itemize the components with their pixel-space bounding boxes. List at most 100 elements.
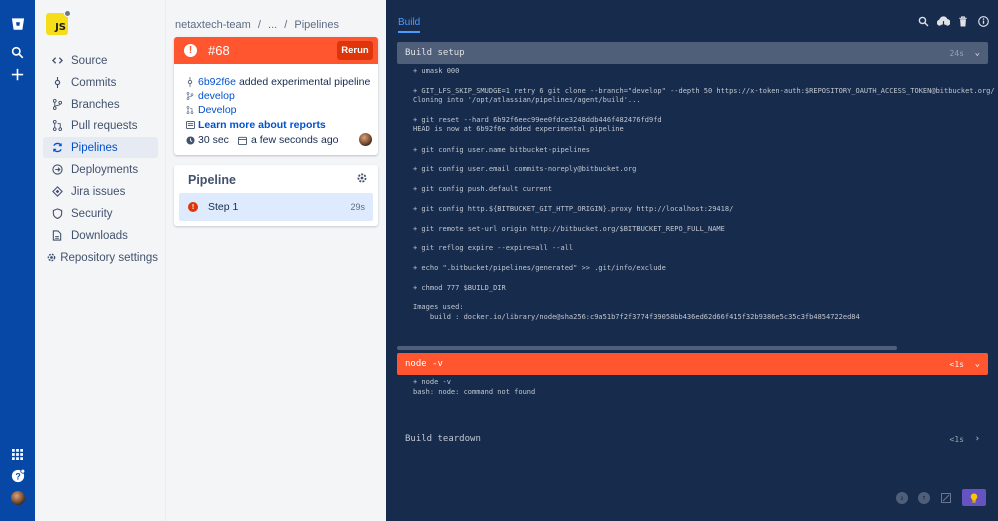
run-time-ago: a few seconds ago [250, 134, 339, 146]
sidebar-item-jira-issues[interactable]: Jira issues [43, 181, 158, 202]
sidebar-item-downloads[interactable]: Downloads [43, 225, 158, 246]
shield-icon [43, 208, 71, 219]
target-row: Develop [185, 104, 237, 116]
sidebar-item-label: Repository settings [60, 251, 158, 264]
log-line: HEAD is now at 6b92f6e added experimenta… [413, 125, 624, 133]
profile-avatar[interactable] [0, 486, 35, 510]
log-footer-controls: ↓ ↑ [896, 489, 986, 506]
log-line: + chmod 777 $BUILD_DIR [413, 284, 506, 292]
breadcrumb-separator: / [257, 19, 261, 31]
calendar-icon [238, 136, 248, 145]
build-setup-title: Build setup [405, 48, 465, 58]
pull-request-icon [185, 105, 195, 115]
pipeline-steps-card: Pipeline ! Step 1 29s [174, 165, 378, 226]
sidebar-item-pipelines[interactable]: Pipelines [43, 137, 158, 158]
branch-icon [185, 91, 195, 101]
global-navigation: ? [0, 0, 35, 521]
repository-avatar-text: JS [55, 22, 66, 33]
rerun-button[interactable]: Rerun [337, 41, 373, 60]
search-icon[interactable] [0, 40, 35, 64]
node-step-section[interactable]: node -v <1s ⌄ [397, 353, 988, 375]
download-icon[interactable] [936, 14, 950, 28]
reports-row: Learn more about reports [185, 119, 326, 131]
code-icon [43, 55, 71, 66]
breadcrumb-ellipsis[interactable]: ... [268, 19, 277, 31]
sidebar-item-label: Branches [71, 98, 120, 111]
sidebar-item-label: Pipelines [71, 141, 118, 154]
author-avatar[interactable] [359, 133, 372, 146]
node-step-title: node -v [405, 359, 443, 369]
step-failed-icon: ! [188, 202, 198, 212]
jira-icon [43, 186, 71, 197]
log-line: + git config http.${BITBUCKET_GIT_HTTP_O… [413, 205, 734, 213]
gear-icon [43, 252, 60, 263]
target-link[interactable]: Develop [198, 104, 237, 116]
chevron-down-icon[interactable]: ⌄ [975, 48, 980, 58]
sidebar-item-branches[interactable]: Branches [43, 94, 158, 115]
log-line: + git config user.email commits-noreply@… [413, 165, 637, 173]
build-setup-duration: 24s [949, 48, 964, 58]
sidebar-item-label: Security [71, 207, 113, 220]
lightbulb-icon[interactable] [962, 489, 986, 506]
branch-link[interactable]: develop [198, 90, 235, 102]
sidebar-item-label: Jira issues [71, 185, 126, 198]
repository-avatar[interactable]: JS [46, 10, 71, 35]
scroll-up-icon[interactable]: ↑ [918, 491, 930, 504]
step-duration: 29s [350, 202, 365, 212]
sidebar-item-repository-settings[interactable]: Repository settings [43, 247, 158, 268]
sidebar-item-deployments[interactable]: Deployments [43, 159, 158, 180]
sidebar-item-pull-requests[interactable]: Pull requests [43, 115, 158, 136]
sidebar-item-security[interactable]: Security [43, 203, 158, 224]
run-number: #68 [208, 43, 230, 58]
breadcrumb-workspace[interactable]: netaxtech-team [175, 19, 251, 31]
commit-hash-link[interactable]: 6b92f6e [198, 76, 236, 88]
branch-row: develop [185, 90, 235, 102]
pull-request-icon [43, 120, 71, 131]
trash-icon[interactable] [956, 14, 970, 28]
learn-more-reports-link[interactable]: Learn more about reports [198, 119, 326, 131]
pipeline-run-panel: netaxtech-team / ... / Pipelines ! #68 R… [166, 0, 386, 521]
sidebar-item-commits[interactable]: Commits [43, 72, 158, 93]
node-step-duration: <1s [949, 359, 964, 369]
run-duration: 30 sec [198, 134, 229, 146]
log-line: + git reset --hard 6b92f6eec99ee0fdce324… [413, 116, 662, 124]
error-icon: ! [184, 44, 197, 57]
sidebar-item-source[interactable]: Source [43, 50, 158, 71]
deployments-icon [43, 164, 71, 175]
info-icon[interactable] [976, 14, 990, 28]
scroll-down-icon[interactable]: ↓ [896, 491, 908, 504]
help-icon[interactable]: ? [0, 464, 35, 488]
horizontal-scrollbar[interactable] [397, 346, 897, 350]
clock-icon [185, 135, 195, 145]
document-icon [43, 230, 71, 241]
build-teardown-section[interactable]: Build teardown <1s › [397, 428, 988, 450]
build-setup-section[interactable]: Build setup 24s ⌄ [397, 42, 988, 64]
expand-icon[interactable] [940, 492, 952, 504]
breadcrumb-pipelines[interactable]: Pipelines [294, 19, 339, 31]
report-icon [185, 121, 195, 129]
chevron-down-icon[interactable]: ⌄ [975, 359, 980, 369]
commit-icon [185, 77, 195, 87]
sidebar-item-label: Pull requests [71, 119, 138, 132]
log-line: + git remote set-url origin http://bitbu… [413, 225, 725, 233]
bitbucket-logo-icon[interactable] [0, 12, 35, 36]
search-icon[interactable] [916, 14, 930, 28]
app-switcher-icon[interactable] [0, 442, 35, 466]
branch-icon [43, 99, 71, 110]
commit-icon [43, 77, 71, 88]
repository-status-dot [64, 10, 71, 17]
commit-message: added experimental pipeline [238, 76, 371, 88]
build-teardown-duration: <1s [949, 434, 964, 444]
chevron-right-icon[interactable]: › [975, 434, 980, 444]
tab-build[interactable]: Build [398, 17, 421, 33]
breadcrumb: netaxtech-team / ... / Pipelines [175, 19, 343, 31]
sidebar-item-label: Downloads [71, 229, 128, 242]
status-header: ! #68 Rerun [174, 37, 378, 64]
pipeline-step-row[interactable]: ! Step 1 29s [179, 193, 373, 221]
log-actions [916, 14, 990, 28]
log-line: + GIT_LFS_SKIP_SMUDGE=1 retry 6 git clon… [413, 87, 995, 95]
create-plus-icon[interactable] [0, 62, 35, 86]
log-line: + git config user.name bitbucket-pipelin… [413, 146, 591, 154]
pipeline-status-card: ! #68 Rerun 6b92f6e added experimental p… [174, 37, 378, 155]
gear-icon[interactable] [356, 172, 368, 187]
